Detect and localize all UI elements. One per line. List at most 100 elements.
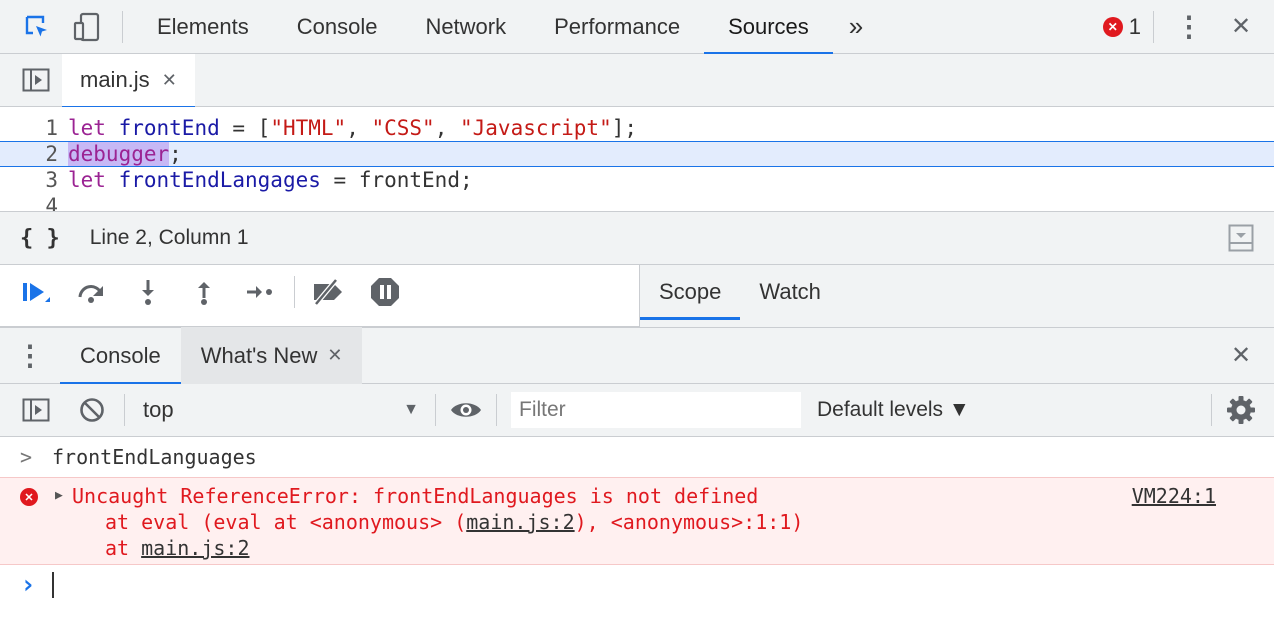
step-into-icon [142, 280, 154, 305]
code-line-paused: 2 debugger; [0, 141, 1274, 167]
error-count: 1 [1128, 13, 1141, 39]
error-icon: ✕ [20, 488, 38, 506]
context-selector[interactable]: top ▼ [143, 397, 423, 423]
editor-tab-main-js[interactable]: main.js ✕ [62, 53, 195, 108]
pretty-print-icon[interactable]: { } [20, 226, 60, 251]
console-error-message: ✕ ▶ Uncaught ReferenceError: frontEndLan… [0, 477, 1274, 565]
clear-console-icon[interactable] [74, 397, 110, 423]
toggle-navigator-icon[interactable] [18, 68, 54, 92]
deactivate-breakpoints-button[interactable] [301, 265, 357, 319]
deactivate-breakpoints-icon [314, 278, 342, 306]
pause-on-exceptions-icon [371, 278, 399, 306]
step-button[interactable] [232, 265, 288, 319]
code-line: 4 [0, 193, 1274, 211]
stack-frame: at eval (eval at <anonymous> (main.js:2)… [105, 510, 803, 534]
string: "HTML" [270, 116, 347, 140]
tab-sources[interactable]: Sources [704, 0, 833, 55]
console-messages: > frontEndLanguages ✕ ▶ Uncaught Referen… [0, 437, 1274, 622]
drawer-tabs-bar: ⋮ Console What's New ✕ ✕ [0, 327, 1274, 385]
close-tab-icon[interactable]: ✕ [327, 345, 342, 366]
close-tab-icon[interactable]: ✕ [162, 70, 177, 91]
step-over-button[interactable] [64, 265, 120, 319]
tab-scope[interactable]: Scope [640, 265, 741, 320]
error-counter-button[interactable]: ✕ 1 [1102, 13, 1141, 40]
operator: ]; [611, 116, 638, 140]
toolbar-divider [1153, 10, 1154, 43]
close-devtools-icon[interactable]: ✕ [1226, 12, 1256, 41]
file-name: main.js [80, 67, 150, 92]
sidebar-tabs: Scope Watch [639, 265, 1274, 327]
stack-link[interactable]: main.js:2 [141, 536, 249, 560]
string: "CSS" [371, 116, 435, 140]
toggle-debugger-icon[interactable] [1228, 224, 1254, 252]
tab-label: Console [296, 13, 378, 39]
drawer-menu-icon[interactable]: ⋮ [0, 339, 60, 372]
console-settings-icon[interactable] [1226, 395, 1256, 425]
stack-link[interactable]: main.js:2 [466, 510, 574, 534]
console-toolbar: top ▼ Filter Default levels ▼ [0, 384, 1274, 437]
step-out-button[interactable] [176, 265, 232, 319]
resume-icon [23, 283, 50, 302]
keyword-selected: debugger [68, 142, 170, 166]
source-link[interactable]: VM224:1 [1132, 484, 1216, 508]
context-value: top [143, 397, 174, 422]
cursor-position: Line 2, Column 1 [89, 226, 249, 249]
console-input-echo: > frontEndLanguages [0, 437, 1274, 477]
more-tabs-button[interactable]: » [833, 0, 879, 54]
text-cursor [52, 572, 54, 598]
string: "Javascript" [460, 116, 612, 140]
tab-label: Network [425, 13, 507, 39]
log-levels-dropdown[interactable]: Default levels ▼ [817, 398, 970, 422]
show-sidebar-icon[interactable] [18, 398, 54, 422]
line-number[interactable]: 2 [0, 142, 66, 166]
operator: , [346, 116, 372, 140]
tab-elements[interactable]: Elements [133, 0, 273, 54]
drawer-tab-whats-new[interactable]: What's New ✕ [180, 327, 363, 384]
stack-text: at eval (eval at <anonymous> ( [105, 510, 467, 534]
tab-label: Sources [728, 13, 809, 39]
tab-label: Scope [659, 279, 722, 304]
toolbar-divider [1211, 394, 1212, 426]
line-number[interactable]: 4 [0, 194, 66, 211]
error-text: Uncaught ReferenceError: frontEndLanguag… [72, 484, 759, 508]
tab-label: Performance [554, 13, 681, 39]
filter-input[interactable]: Filter [511, 392, 801, 428]
resume-button[interactable] [8, 265, 64, 319]
drawer-tab-console[interactable]: Console [60, 327, 181, 385]
prompt-chevron-icon: › [20, 570, 36, 600]
console-prompt[interactable]: › [0, 565, 1274, 605]
more-options-icon[interactable]: ⋮ [1174, 10, 1204, 43]
pause-on-exceptions-button[interactable] [357, 265, 413, 319]
toolbar-divider [294, 276, 295, 308]
stack-text: at [105, 536, 142, 560]
code-editor[interactable]: 1 let frontEnd = ["HTML", "CSS", "Javasc… [0, 107, 1274, 211]
line-number[interactable]: 3 [0, 168, 66, 192]
step-out-icon [198, 282, 210, 305]
live-expression-icon[interactable] [436, 399, 496, 421]
tab-label: Console [80, 342, 161, 368]
keyword: let [68, 116, 106, 140]
dropdown-arrow-icon: ▼ [403, 401, 419, 418]
operator: = [ [219, 116, 271, 140]
tab-performance[interactable]: Performance [530, 0, 704, 54]
keyword: let [68, 168, 106, 192]
inspect-element-icon[interactable] [18, 13, 56, 41]
device-toolbar-icon[interactable] [66, 12, 108, 42]
operator: = frontEnd; [320, 168, 473, 192]
close-drawer-icon[interactable]: ✕ [1226, 341, 1256, 370]
operator: ; [169, 142, 182, 166]
stack-text: ), <anonymous>:1:1) [574, 510, 804, 534]
step-into-button[interactable] [120, 265, 176, 319]
expand-triangle-icon[interactable]: ▶ [55, 488, 63, 503]
step-over-icon [78, 285, 103, 303]
tab-console[interactable]: Console [273, 0, 402, 54]
line-number[interactable]: 1 [0, 116, 66, 140]
variable: frontEnd [118, 116, 220, 140]
code-text: let frontEnd = ["HTML", "CSS", "Javascri… [66, 116, 637, 140]
step-icon [247, 286, 272, 298]
input-expression: frontEndLanguages [52, 445, 257, 469]
code-text: debugger; [66, 142, 182, 166]
debugger-toolbar: Scope Watch [0, 265, 1274, 327]
tab-network[interactable]: Network [401, 0, 530, 54]
tab-watch[interactable]: Watch [740, 265, 840, 319]
